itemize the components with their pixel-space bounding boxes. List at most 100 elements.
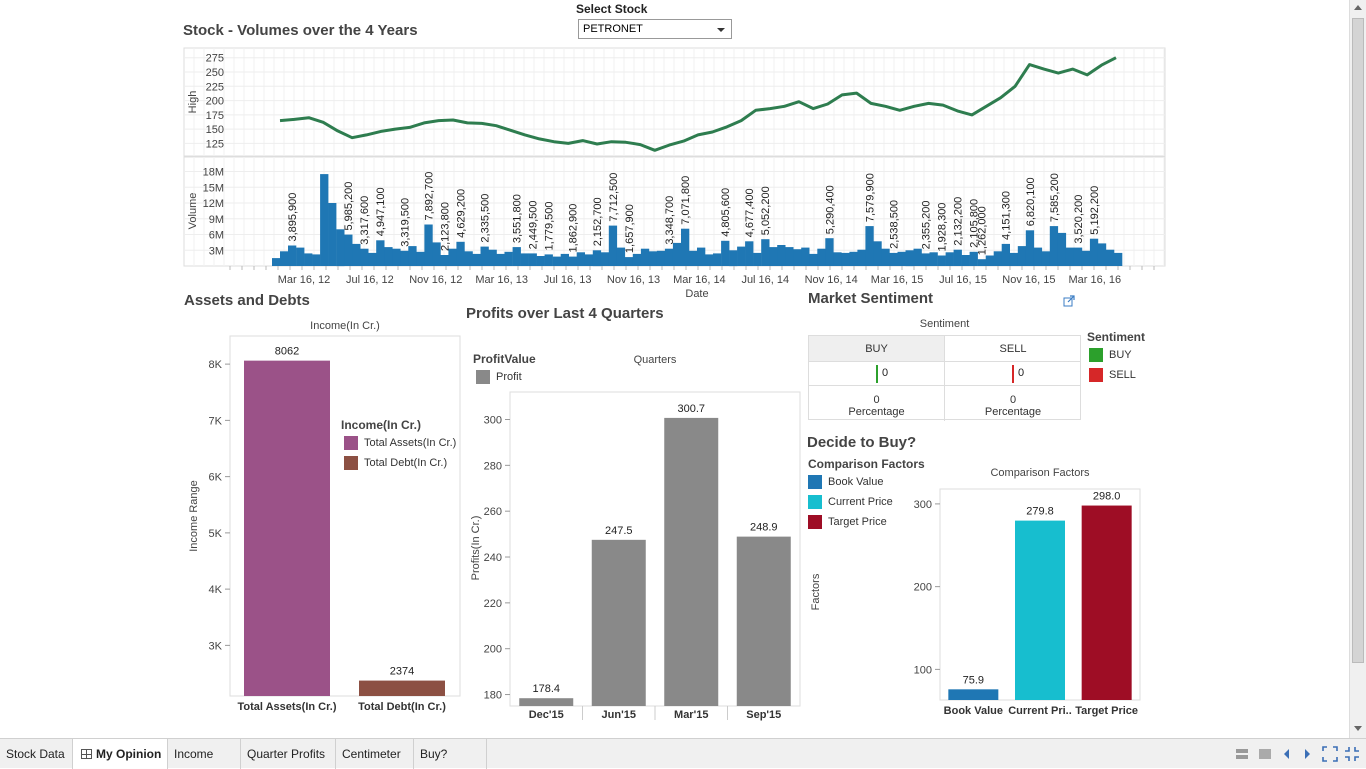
volume-bar <box>721 240 730 266</box>
legend-item-total-debt: Total Debt(In Cr.) <box>344 456 447 470</box>
x-category-label: Book Value <box>944 705 1003 717</box>
volume-data-label: 5,290,400 <box>824 185 836 234</box>
volume-bar <box>544 254 553 266</box>
volume-bar <box>841 252 850 266</box>
volume-bar <box>528 253 537 266</box>
volume-data-label: 2,449,500 <box>528 200 540 249</box>
volume-data-label: 3,317,600 <box>359 196 371 245</box>
volume-bar <box>488 249 497 266</box>
sentiment-sell-pct-cell: 0 Percentage <box>945 386 1081 421</box>
volume-data-label: 2,355,200 <box>921 200 933 249</box>
legend-swatch <box>344 456 358 470</box>
volume-bar <box>937 255 946 266</box>
bar-data-label: 178.4 <box>532 683 560 695</box>
volume-bar <box>689 250 698 266</box>
x-tick-label: Nov 16, 14 <box>805 274 858 286</box>
external-link-icon[interactable] <box>1063 295 1075 307</box>
x-category-label: Total Debt(In Cr.) <box>358 701 446 713</box>
stock-select-value: PETRONET <box>583 23 643 35</box>
y-tick-label: 300 <box>914 499 932 511</box>
volume-bar <box>312 254 321 266</box>
y-tick-label: 18M <box>203 167 224 179</box>
vertical-scrollbar[interactable] <box>1349 0 1366 738</box>
sentiment-chart-title: Sentiment <box>919 318 970 330</box>
exit-fullscreen-icon[interactable] <box>1344 746 1360 762</box>
sentiment-buy-bar <box>876 365 878 383</box>
scrollbar-thumb[interactable] <box>1352 18 1364 663</box>
legend-item-buy: BUY <box>1089 348 1132 362</box>
volume-bar <box>664 248 674 266</box>
sentiment-panel-title: Market Sentiment <box>808 290 934 307</box>
y-tick-label: 4K <box>209 584 223 596</box>
volume-bar <box>929 252 938 266</box>
y-tick-label: 9M <box>209 214 224 226</box>
volume-bar <box>1001 243 1010 266</box>
volume-bar <box>472 253 481 266</box>
volume-bar <box>961 255 970 266</box>
tab-stock-data[interactable]: Stock Data <box>0 739 73 769</box>
stock-select[interactable]: PETRONET <box>578 19 732 39</box>
profits-panel-title: Profits over Last 4 Quarters <box>466 305 664 322</box>
volume-bar <box>272 258 281 266</box>
volume-bar <box>304 253 313 266</box>
volume-bar <box>600 252 610 266</box>
scroll-down-icon[interactable] <box>1354 726 1362 731</box>
volume-bar <box>352 243 361 266</box>
volume-bar <box>921 253 930 266</box>
volume-bar <box>1041 251 1051 266</box>
y-tick-label: 280 <box>484 460 502 472</box>
volume-data-label: 7,071,800 <box>680 176 692 225</box>
legend-label: Total Assets(In Cr.) <box>364 437 457 449</box>
volume-bar <box>953 249 962 266</box>
tab-income[interactable]: Income <box>168 739 241 769</box>
volume-data-label: 7,585,200 <box>1049 173 1061 222</box>
y-tick-label: 180 <box>484 690 502 702</box>
volume-data-label: 1,862,900 <box>568 204 580 253</box>
y-tick-label: 175 <box>206 110 224 122</box>
assets-legend-title: Income(In Cr.) <box>341 418 422 432</box>
volume-bar <box>408 246 417 266</box>
factor-bar <box>1015 520 1065 700</box>
show-sheets-icon[interactable] <box>1235 747 1249 761</box>
x-category-label: Total Assets(In Cr.) <box>237 701 336 713</box>
volume-bar <box>1025 230 1035 266</box>
volume-bar <box>464 251 473 266</box>
filmstrip-icon[interactable] <box>1258 747 1272 761</box>
tab-centimeter[interactable]: Centimeter <box>336 739 414 769</box>
volume-bar <box>592 250 602 267</box>
volume-bar <box>945 252 954 266</box>
volume-bar <box>1065 247 1075 266</box>
previous-icon[interactable] <box>1282 748 1292 760</box>
volume-bar <box>697 247 706 266</box>
volume-bar <box>1057 232 1067 266</box>
volume-bar <box>889 252 898 266</box>
fullscreen-icon[interactable] <box>1322 746 1338 762</box>
volume-bar <box>977 259 986 266</box>
volume-bar <box>1097 243 1107 266</box>
volume-bar <box>296 247 305 266</box>
scroll-up-icon[interactable] <box>1354 5 1362 10</box>
volume-data-label: 6,820,100 <box>1025 177 1037 226</box>
volume-bar <box>536 256 545 266</box>
y-axis-title: Volume <box>187 193 199 230</box>
tab-buy[interactable]: Buy? <box>414 739 487 769</box>
volume-bar <box>1017 246 1027 266</box>
volume-data-label: 5,985,200 <box>343 182 355 231</box>
tab-my-opinion[interactable]: My Opinion <box>73 739 168 769</box>
volume-bar <box>344 234 353 266</box>
y-tick-label: 240 <box>484 552 502 564</box>
volume-bar <box>729 250 738 267</box>
bar-data-label: 248.9 <box>750 522 778 534</box>
y-axis-title: Income Range <box>188 480 200 552</box>
volume-bar <box>833 252 842 266</box>
volume-bar <box>1081 250 1091 266</box>
y-tick-label: 200 <box>484 644 502 656</box>
y-tick-label: 8K <box>209 359 223 371</box>
x-tick-label: Jul 16, 12 <box>346 274 394 286</box>
tab-label: Buy? <box>420 747 448 761</box>
tab-quarter-profits[interactable]: Quarter Profits <box>241 739 336 769</box>
stock-chart: 125 150 175 200 225 250 275 High 3M 6M 9M 12M 15M 18M… <box>183 47 1166 300</box>
volume-data-label: 3,895,900 <box>287 193 299 242</box>
y-tick-label: 220 <box>484 598 502 610</box>
next-icon[interactable] <box>1302 748 1312 760</box>
